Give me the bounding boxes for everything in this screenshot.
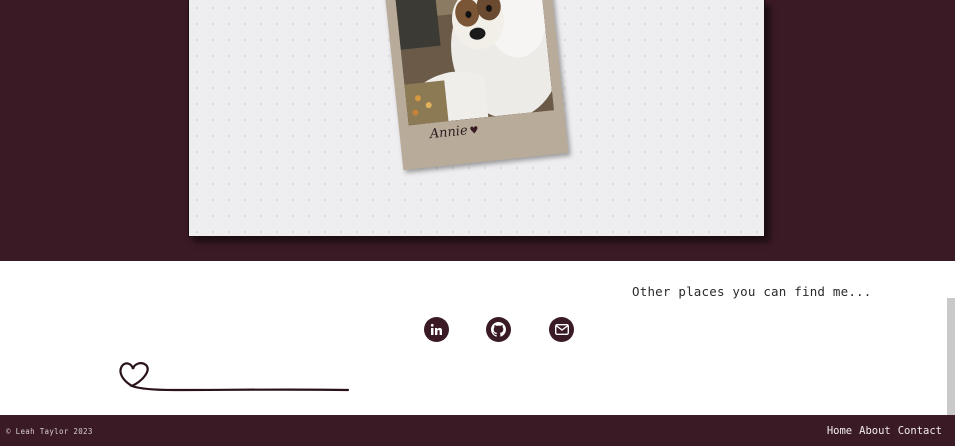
github-link[interactable] [486, 317, 511, 342]
find-me-heading: Other places you can find me... [632, 284, 872, 299]
github-icon [491, 322, 506, 337]
site-footer: © Leah Taylor 2023 Home About Contact [0, 415, 955, 446]
email-link[interactable] [549, 317, 574, 342]
polaroid-photo-card: Annie♥ [383, 0, 569, 171]
heart-icon: ♥ [469, 125, 480, 137]
heart-signature-doodle [119, 362, 350, 392]
linkedin-icon [430, 323, 442, 335]
nav-home-link[interactable]: Home [827, 425, 852, 437]
nav-about-link[interactable]: About [859, 425, 891, 437]
caption-text: Annie [429, 123, 469, 143]
copyright-text: © Leah Taylor 2023 [6, 427, 93, 436]
scrollbar-thumb[interactable] [947, 298, 955, 416]
dog-photo [394, 0, 554, 126]
nav-contact-link[interactable]: Contact [898, 425, 942, 437]
linkedin-link[interactable] [424, 317, 449, 342]
polaroid-caption: Annie♥ [429, 118, 522, 161]
footer-nav: Home About Contact [827, 425, 942, 437]
mail-icon [554, 324, 569, 335]
